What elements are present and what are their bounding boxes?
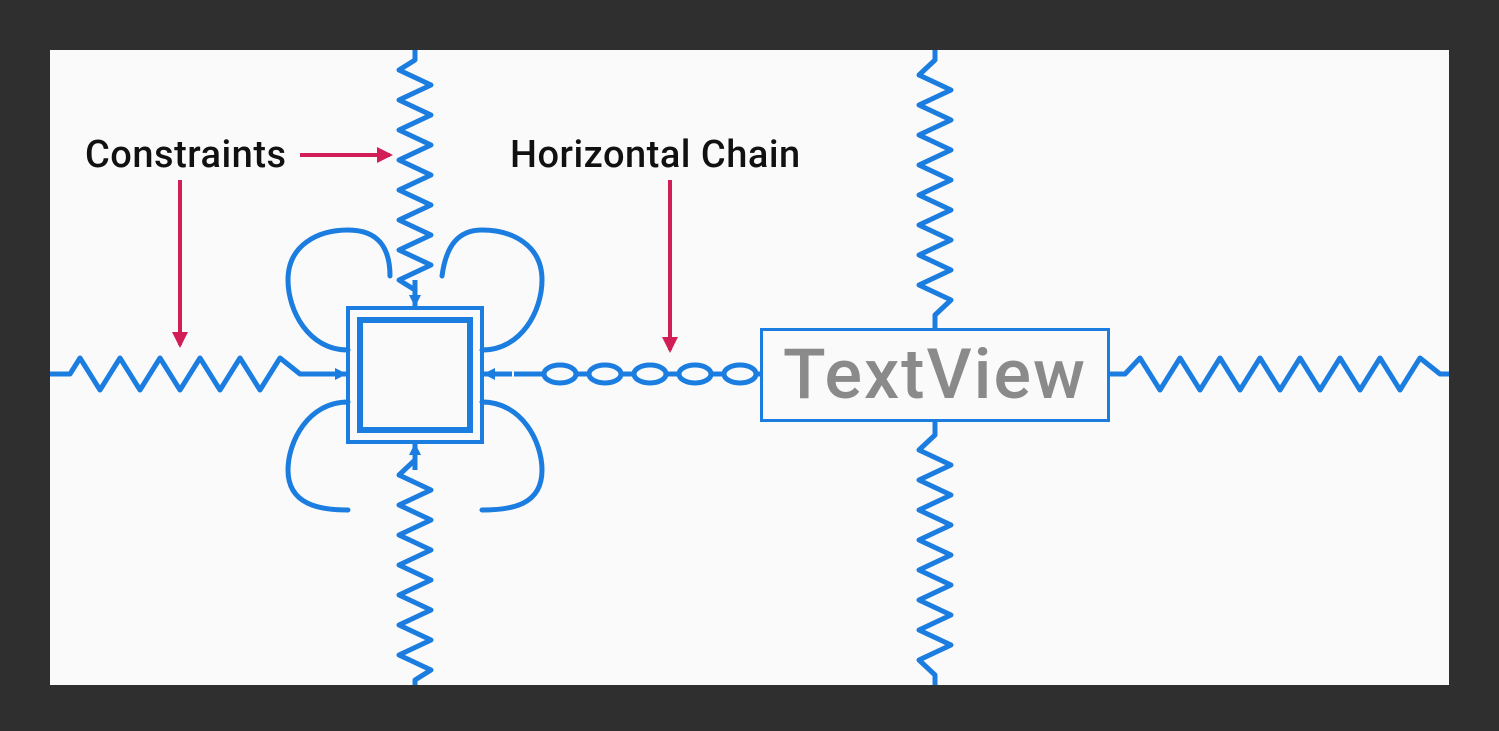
zigzag-icon	[399, 50, 431, 300]
constraint-handle-icon	[482, 402, 542, 510]
chain-link-icon	[514, 365, 760, 383]
zigzag-icon	[919, 422, 951, 685]
selected-view-outline[interactable]	[348, 308, 482, 442]
selected-view-inner	[360, 320, 470, 430]
textview-placeholder-label: TextView	[773, 340, 1097, 410]
zigzag-icon	[50, 358, 315, 390]
horizontal-chain-annotation-label: Horizontal Chain	[510, 133, 801, 177]
zigzag-icon	[399, 450, 431, 685]
zigzag-icon	[919, 50, 951, 328]
constraint-handle-icon	[288, 402, 348, 510]
constraint-handle-icon	[442, 230, 542, 350]
zigzag-icon	[1110, 358, 1449, 390]
constraint-handle-icon	[288, 230, 390, 350]
layout-editor-canvas[interactable]: TextView Constraints Horizontal Chain	[50, 50, 1449, 685]
constraints-annotation-label: Constraints	[85, 133, 287, 177]
textview-widget[interactable]: TextView	[760, 328, 1110, 422]
